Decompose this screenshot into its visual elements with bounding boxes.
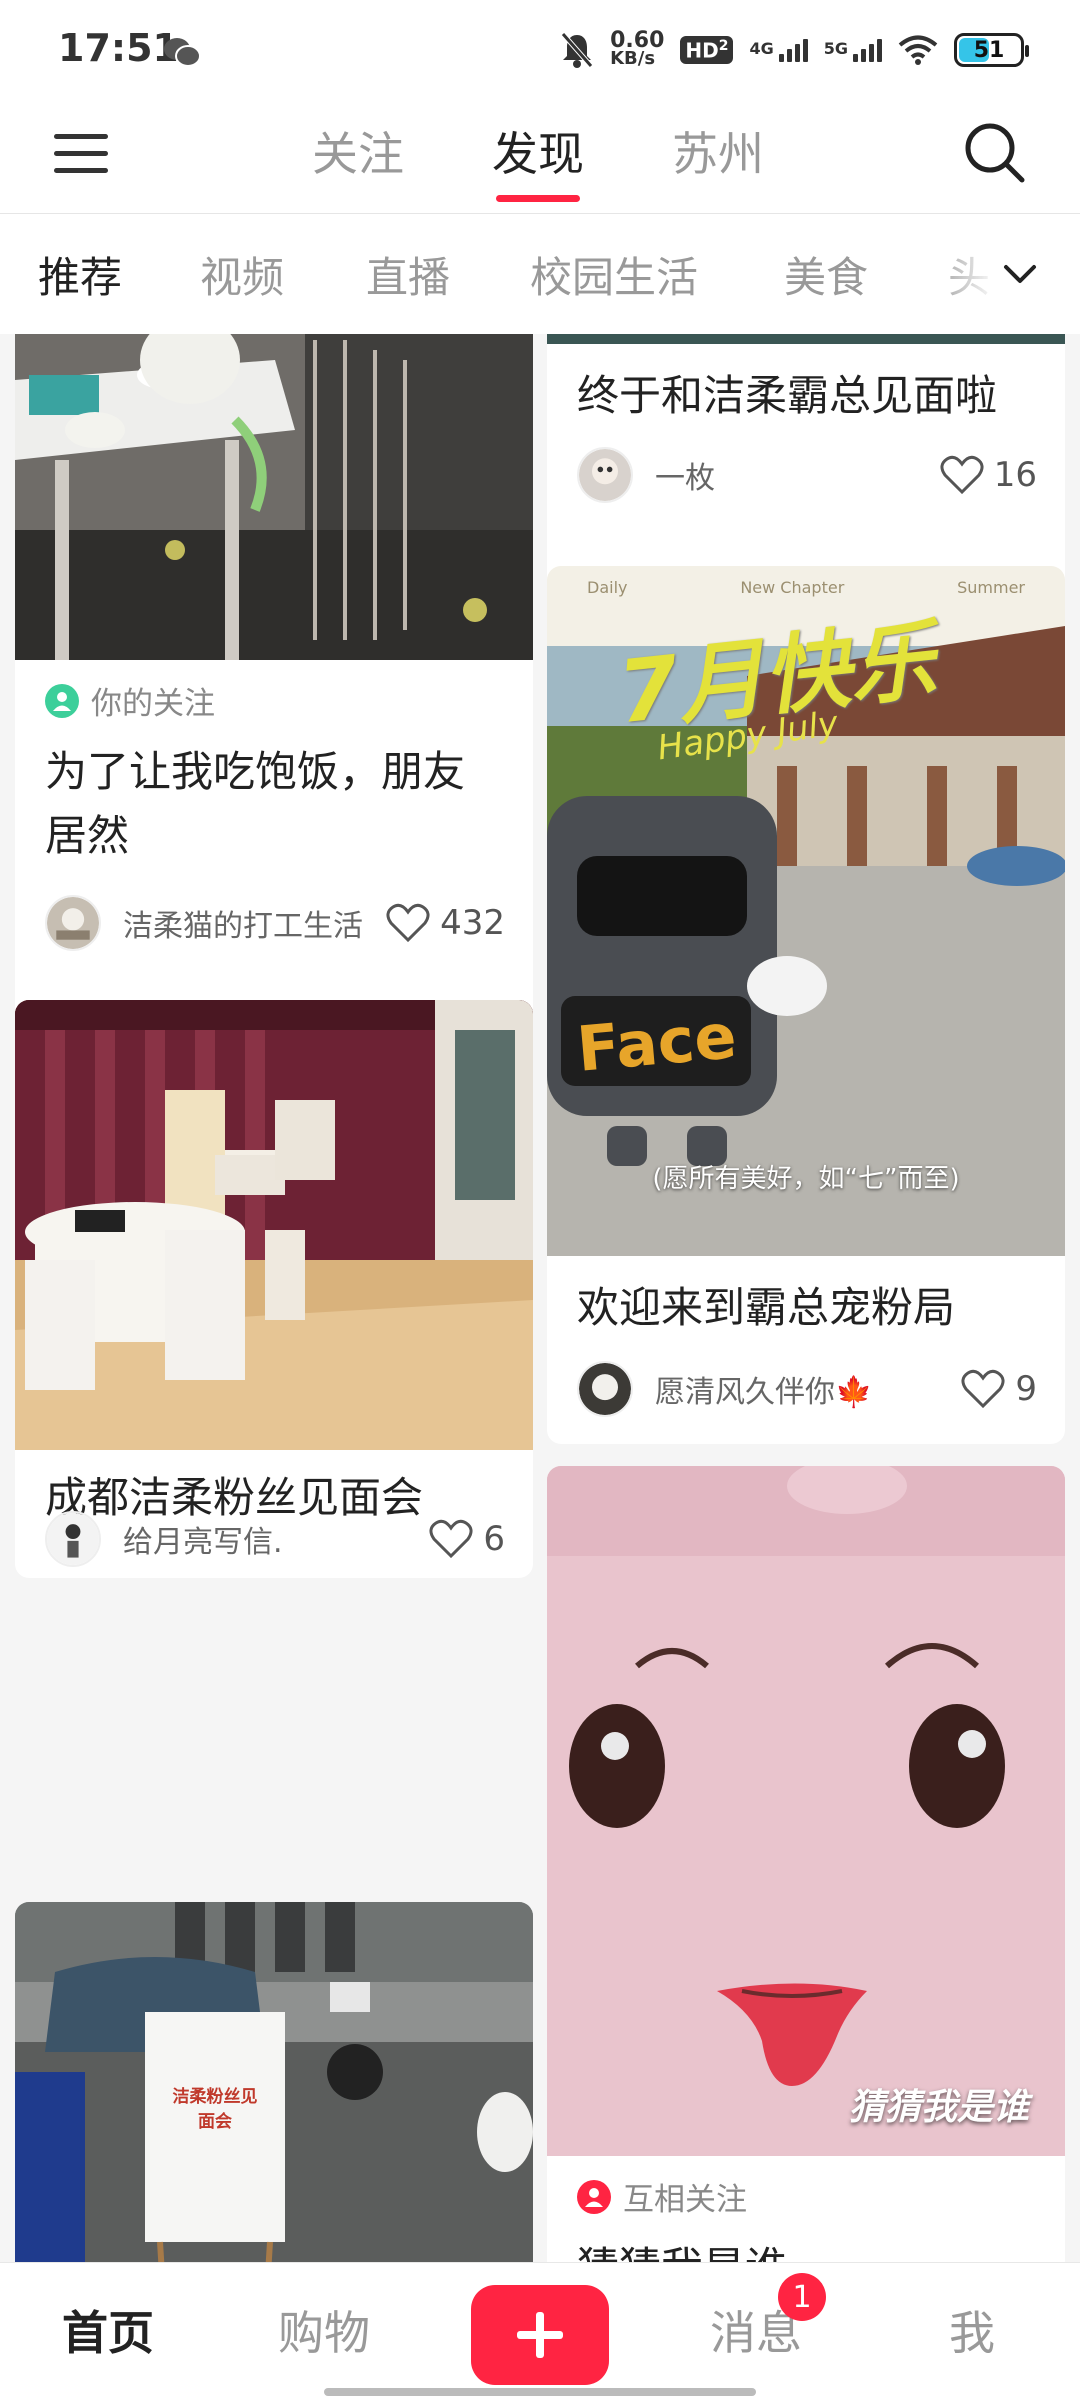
author-name[interactable]: 洁柔猫的打工生活 [123, 901, 386, 945]
like-button[interactable]: 16 [940, 455, 1037, 495]
note-meta: 愿清风久伴你🍁 9 [577, 1360, 1037, 1418]
heart-icon [386, 903, 430, 943]
network-speed: 0.60 KB/s [610, 28, 665, 69]
wechat-notification-icon [164, 38, 201, 67]
publish-plus-button[interactable] [471, 2285, 609, 2385]
top-navigation: 关注 发现 苏州 [0, 96, 1080, 214]
tab-following[interactable]: 关注 [312, 118, 404, 184]
note-title[interactable]: 欢迎来到霸总宠粉局 [577, 1276, 1035, 1340]
hd-voice-icon: HD2 [680, 35, 734, 65]
tab-discover[interactable]: 发现 [492, 118, 584, 202]
user-mutual-icon [577, 2179, 611, 2214]
avatar[interactable] [45, 1511, 101, 1567]
like-count: 9 [1015, 1369, 1037, 1409]
note-meta: 一枚 16 [577, 446, 1037, 504]
signal-5g-icon: 5G [824, 38, 882, 62]
sign-text: 洁柔粉丝见面会 [172, 2087, 258, 2132]
category-food[interactable]: 美食 [784, 244, 868, 305]
wifi-icon [898, 35, 938, 65]
status-icons: 0.60 KB/s HD2 4G 5G 51 [560, 28, 1029, 72]
category-recommend[interactable]: 推荐 [38, 244, 122, 305]
note-image-fan-meeting-hall [15, 1000, 533, 1450]
author-name[interactable]: 一枚 [655, 453, 940, 497]
author-name[interactable]: 给月亮写信. [123, 1517, 429, 1561]
avatar[interactable] [45, 895, 101, 951]
note-image-pink-plush [547, 1466, 1065, 2156]
note-card[interactable]: 猜猜我是谁 互相关注 猜猜我是谁 [547, 1466, 1065, 2262]
nav-me[interactable]: 我 [892, 2297, 1052, 2363]
mutual-follow-tag: 互相关注 [577, 2174, 747, 2219]
signal-4g-icon: 4G [749, 38, 808, 62]
heart-icon [429, 1519, 473, 1559]
like-button[interactable]: 9 [961, 1369, 1037, 1409]
heart-icon [940, 455, 984, 495]
active-tab-indicator [496, 195, 580, 202]
category-video[interactable]: 视频 [200, 244, 284, 305]
category-live[interactable]: 直播 [366, 244, 450, 305]
note-image-cat-at-table [15, 334, 533, 660]
author-name[interactable]: 愿清风久伴你🍁 [655, 1367, 961, 1411]
search-icon[interactable] [962, 120, 1026, 184]
note-image-top [547, 334, 1065, 344]
poster-slogan: (愿所有美好，如“七”而至) [652, 1164, 960, 1194]
status-time: 17:51 [58, 26, 179, 70]
battery-icon: 51 [954, 33, 1029, 67]
note-card[interactable]: Daily New Chapter Summer 7月快乐 Happy July… [547, 566, 1065, 1444]
menu-icon[interactable] [54, 126, 110, 182]
note-meta: 洁柔猫的打工生活 432 [45, 894, 505, 952]
status-bar: 17:51 0.60 KB/s HD2 4G 5G 51 [0, 0, 1080, 96]
tab-local-city[interactable]: 苏州 [672, 118, 764, 184]
like-count: 432 [440, 903, 505, 943]
avatar[interactable] [577, 1361, 633, 1417]
bottom-navigation: 首页 购物 消息 1 我 [0, 2262, 1080, 2400]
note-image-parking-lot-sign [15, 1902, 533, 2262]
discover-feed[interactable]: 你的关注 为了让我吃饱饭，朋友居然 洁柔猫的打工生活 432 成都洁柔粉丝见面会… [0, 334, 1080, 2262]
category-campus-life[interactable]: 校园生活 [530, 244, 698, 305]
like-button[interactable]: 6 [429, 1519, 505, 1559]
note-card[interactable]: 洁柔粉丝见面会 [15, 1902, 533, 2262]
note-title[interactable]: 为了让我吃饱饭，朋友居然 [45, 740, 503, 868]
image-caption: 猜猜我是谁 [848, 2087, 1029, 2128]
note-meta: 给月亮写信. 6 [45, 1510, 505, 1568]
plush-logo: Face [574, 999, 740, 1086]
user-follow-icon [45, 683, 79, 718]
avatar[interactable] [577, 447, 633, 503]
like-count: 6 [483, 1519, 505, 1559]
following-tag: 你的关注 [45, 678, 215, 723]
nav-shopping[interactable]: 购物 [244, 2297, 404, 2363]
messages-badge: 1 [778, 2273, 826, 2321]
mute-bell-icon [561, 32, 593, 68]
like-count: 16 [993, 455, 1037, 495]
heart-icon [961, 1369, 1005, 1409]
note-title[interactable]: 终于和洁柔霸总见面啦 [577, 364, 1035, 428]
like-button[interactable]: 432 [386, 903, 505, 943]
chevron-down-icon[interactable] [1000, 254, 1040, 294]
home-indicator[interactable] [324, 2388, 756, 2396]
note-card[interactable]: 成都洁柔粉丝见面会 给月亮写信. 6 [15, 1000, 533, 1578]
note-title[interactable]: 猜猜我是谁 [577, 2236, 1035, 2262]
nav-home[interactable]: 首页 [28, 2297, 188, 2363]
category-tabs: 推荐 视频 直播 校园生活 美食 头 [0, 214, 1080, 334]
